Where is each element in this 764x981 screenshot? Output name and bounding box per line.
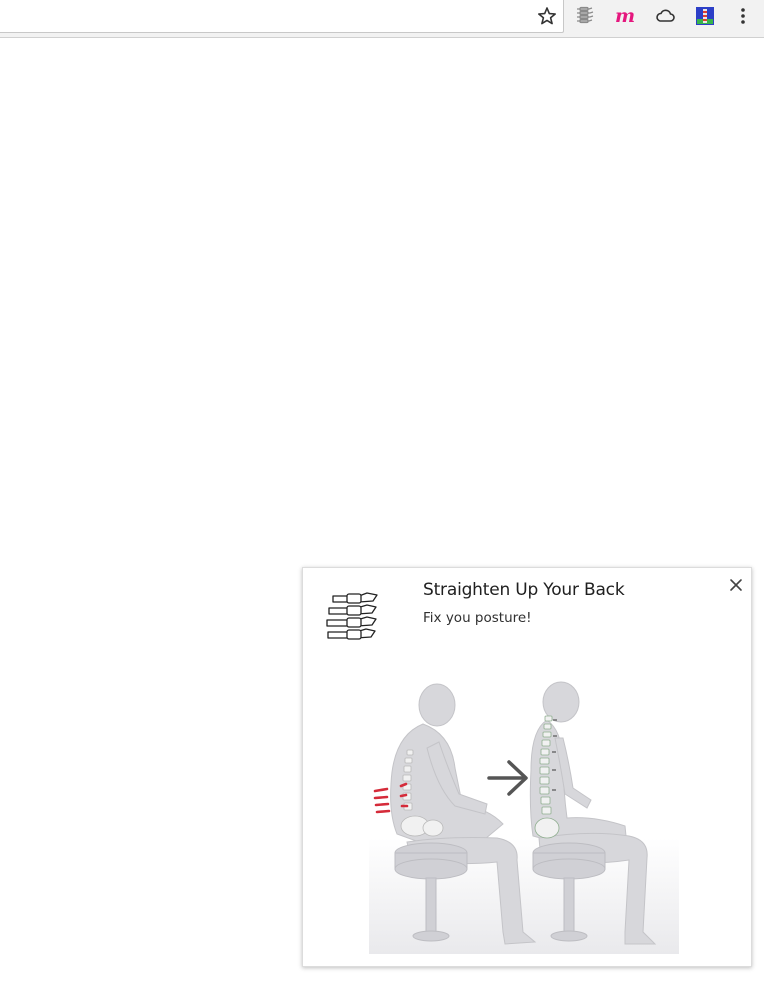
browser-toolbar: m [0, 0, 764, 38]
cloud-extension-icon[interactable] [654, 5, 676, 27]
star-icon[interactable] [536, 5, 558, 27]
notification-message: Fix you posture! [423, 610, 532, 626]
close-icon[interactable] [727, 576, 745, 594]
more-vert-icon[interactable] [732, 5, 754, 27]
notification-title: Straighten Up Your Back [423, 580, 625, 600]
address-bar[interactable] [0, 0, 564, 33]
notification-popup[interactable]: Straighten Up Your Back Fix you posture! [302, 567, 752, 967]
colorful-extension-icon[interactable] [694, 5, 716, 27]
m-extension-icon[interactable]: m [614, 5, 636, 27]
posture-illustration [369, 681, 679, 954]
spine-icon [326, 592, 378, 640]
spine-extension-icon[interactable] [574, 5, 596, 27]
